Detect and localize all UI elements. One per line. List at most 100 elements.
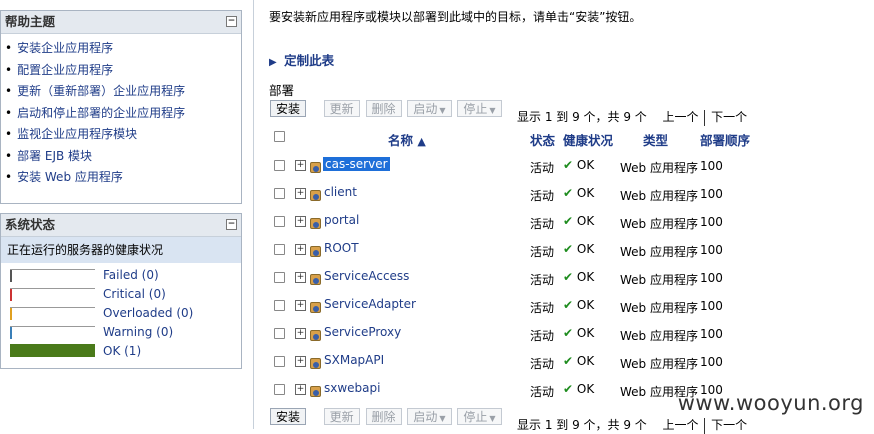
- row-checkbox[interactable]: [274, 272, 285, 283]
- expand-plus-icon[interactable]: +: [295, 272, 306, 283]
- column-header-name[interactable]: 名称 ▲: [388, 130, 426, 149]
- stop-button[interactable]: 停止 ▼: [457, 100, 502, 117]
- chevron-down-icon: ▼: [489, 106, 496, 115]
- toolbar-bottom: 安装 更新 删除 启动 ▼ 停止 ▼: [270, 408, 504, 425]
- row-checkbox[interactable]: [274, 244, 285, 255]
- health-row-failed: Failed (0): [1, 267, 241, 286]
- deployment-name-link[interactable]: ServiceProxy: [324, 325, 401, 339]
- deployment-name-link[interactable]: client: [324, 185, 357, 199]
- collapse-icon[interactable]: −: [226, 219, 237, 230]
- row-checkbox[interactable]: [274, 356, 285, 367]
- order-cell: 100: [700, 271, 723, 285]
- stop-button[interactable]: 停止 ▼: [457, 408, 502, 425]
- expand-plus-icon[interactable]: +: [295, 216, 306, 227]
- check-icon: ✔: [563, 242, 574, 256]
- help-topic-item[interactable]: 更新（重新部署）企业应用程序: [5, 81, 241, 103]
- health-row-warning: Warning (0): [1, 324, 241, 343]
- state-cell: 活动: [530, 245, 555, 259]
- health-label[interactable]: Critical (0): [103, 287, 166, 301]
- watermark: www.wooyun.org: [677, 391, 864, 415]
- check-icon: ✔: [563, 186, 574, 200]
- collapse-icon[interactable]: −: [226, 16, 237, 27]
- deployment-name-link[interactable]: ROOT: [324, 241, 359, 255]
- delete-button[interactable]: 删除: [365, 100, 402, 117]
- nav-separator: [704, 109, 706, 126]
- type-cell: Web 应用程序: [620, 245, 698, 259]
- select-all-checkbox[interactable]: [274, 131, 285, 142]
- app-module-icon: [310, 358, 321, 369]
- health-value: OK: [576, 298, 595, 312]
- deployment-name-link[interactable]: cas-server: [323, 157, 390, 171]
- row-checkbox[interactable]: [274, 300, 285, 311]
- expand-plus-icon[interactable]: +: [295, 300, 306, 311]
- health-bar-fill: [10, 327, 12, 339]
- customize-table-link[interactable]: 定制此表: [284, 53, 334, 68]
- expand-plus-icon[interactable]: +: [295, 384, 306, 395]
- health-value: OK: [576, 326, 595, 340]
- help-topic-link[interactable]: 启动和停止部署的企业应用程序: [17, 106, 185, 120]
- install-button[interactable]: 安装: [270, 408, 307, 425]
- health-value: OK: [576, 382, 595, 396]
- column-header-health[interactable]: 健康状况: [563, 130, 613, 149]
- row-checkbox[interactable]: [274, 160, 285, 171]
- prev-link[interactable]: 上一个: [662, 110, 698, 124]
- help-topic-item[interactable]: 部署 EJB 模块: [5, 146, 241, 168]
- app-module-icon: [310, 302, 321, 313]
- deployment-name-link[interactable]: portal: [324, 213, 359, 227]
- health-label[interactable]: OK (1): [103, 344, 141, 358]
- expand-plus-icon[interactable]: +: [295, 328, 306, 339]
- paging-text: 显示 1 到 9 个，共 9 个: [517, 418, 647, 432]
- deployment-name-link[interactable]: SXMapAPI: [324, 353, 384, 367]
- row-checkbox[interactable]: [274, 216, 285, 227]
- health-cell: ✔ OK: [563, 158, 594, 172]
- expand-plus-icon[interactable]: +: [295, 188, 306, 199]
- help-topic-link[interactable]: 安装企业应用程序: [17, 41, 113, 55]
- help-topic-link[interactable]: 监视企业应用程序模块: [17, 127, 137, 141]
- help-topic-item[interactable]: 启动和停止部署的企业应用程序: [5, 103, 241, 125]
- column-header-order[interactable]: 部署顺序: [700, 130, 750, 149]
- table-row: + portal 活动 ✔ OK Web 应用程序 100: [268, 208, 868, 236]
- delete-button[interactable]: 删除: [365, 408, 402, 425]
- expand-plus-icon[interactable]: +: [295, 244, 306, 255]
- order-cell: 100: [700, 355, 723, 369]
- health-label[interactable]: Warning (0): [103, 325, 173, 339]
- start-button[interactable]: 启动 ▼: [407, 100, 452, 117]
- help-topic-link[interactable]: 更新（重新部署）企业应用程序: [17, 84, 185, 98]
- health-bar: [10, 269, 95, 282]
- table-row: + cas-server 活动 ✔ OK Web 应用程序 100: [268, 152, 868, 180]
- status-panel-header: 系统状态 −: [1, 214, 241, 237]
- nav-separator: [704, 417, 706, 434]
- deployment-name-link[interactable]: sxwebapi: [324, 381, 380, 395]
- check-icon: ✔: [563, 298, 574, 312]
- health-label[interactable]: Failed (0): [103, 268, 159, 282]
- state-cell: 活动: [530, 189, 555, 203]
- health-value: OK: [576, 158, 595, 172]
- help-topic-link[interactable]: 安装 Web 应用程序: [17, 170, 123, 184]
- expand-plus-icon[interactable]: +: [295, 160, 306, 171]
- help-topic-item[interactable]: 安装企业应用程序: [5, 38, 241, 60]
- next-link[interactable]: 下一个: [711, 418, 747, 432]
- deployment-name-link[interactable]: ServiceAdapter: [324, 297, 416, 311]
- expand-plus-icon[interactable]: +: [295, 356, 306, 367]
- row-checkbox[interactable]: [274, 328, 285, 339]
- update-button[interactable]: 更新: [323, 100, 360, 117]
- column-header-state[interactable]: 状态: [530, 130, 555, 149]
- customize-table[interactable]: ▶ 定制此表: [269, 50, 334, 69]
- row-checkbox[interactable]: [274, 188, 285, 199]
- help-topic-item[interactable]: 监视企业应用程序模块: [5, 124, 241, 146]
- help-topic-item[interactable]: 安装 Web 应用程序: [5, 167, 241, 189]
- row-checkbox[interactable]: [274, 384, 285, 395]
- help-topic-link[interactable]: 部署 EJB 模块: [17, 149, 92, 163]
- health-label[interactable]: Overloaded (0): [103, 306, 193, 320]
- prev-link[interactable]: 上一个: [662, 418, 698, 432]
- system-status-panel: 系统状态 − 正在运行的服务器的健康状况 Failed (0) Critical…: [0, 213, 242, 369]
- help-topic-link[interactable]: 配置企业应用程序: [17, 63, 113, 77]
- next-link[interactable]: 下一个: [711, 110, 747, 124]
- update-button[interactable]: 更新: [323, 408, 360, 425]
- help-topic-item[interactable]: 配置企业应用程序: [5, 60, 241, 82]
- column-header-type[interactable]: 类型: [643, 130, 668, 149]
- paging-top: 显示 1 到 9 个，共 9 个 上一个 下一个: [517, 108, 747, 126]
- deployment-name-link[interactable]: ServiceAccess: [324, 269, 409, 283]
- start-button[interactable]: 启动 ▼: [407, 408, 452, 425]
- install-button[interactable]: 安装: [270, 100, 307, 117]
